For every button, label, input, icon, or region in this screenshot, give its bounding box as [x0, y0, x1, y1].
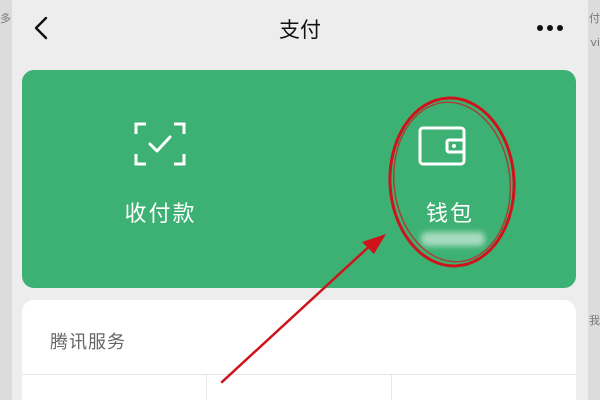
more-button[interactable] [530, 14, 570, 42]
receive-pay-button[interactable]: 收付款 [22, 70, 299, 288]
wallet-button[interactable]: 钱包 [299, 70, 576, 288]
scan-check-icon [134, 122, 186, 166]
services-divider [22, 374, 576, 375]
right-edge-text-top: 付 [589, 12, 600, 25]
left-background-window: 多 [0, 0, 12, 400]
more-horizontal-icon [537, 25, 563, 31]
services-grid-separator [206, 374, 207, 400]
payment-card: 收付款 钱包 [22, 70, 576, 288]
page-title: 支付 [279, 18, 321, 42]
right-edge-text-low: 我 [589, 314, 600, 327]
navigation-bar: 支付 [12, 0, 588, 62]
tencent-services-card: 腾讯服务 [22, 300, 576, 400]
payment-screen: 支付 收付款 钱包 腾讯服务 [12, 0, 588, 400]
wallet-label: 钱包 [426, 202, 475, 227]
services-grid-separator [391, 374, 392, 400]
receive-pay-label: 收付款 [124, 202, 197, 227]
wallet-icon [418, 126, 466, 166]
services-section-title: 腾讯服务 [50, 332, 126, 353]
wallet-balance-blurred [421, 232, 485, 246]
right-background-window: 付 vi 我 [588, 0, 600, 400]
right-edge-text-mid: vi [590, 36, 600, 49]
left-edge-text: 多 [0, 12, 11, 25]
